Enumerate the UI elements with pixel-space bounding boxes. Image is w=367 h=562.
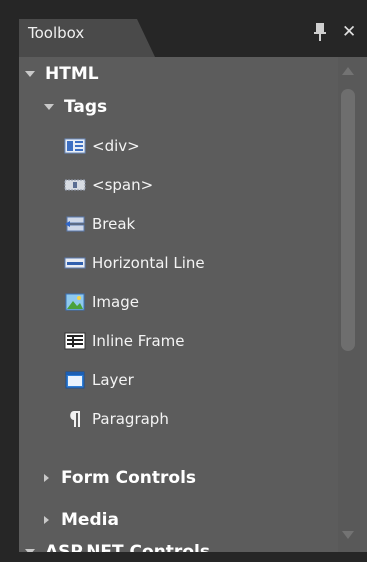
scroll-down-icon[interactable] xyxy=(342,531,354,539)
section-tags[interactable]: Tags xyxy=(44,90,107,124)
item-label: <span> xyxy=(92,176,154,194)
span-icon xyxy=(64,179,86,191)
toolbox-item-horizontal-line[interactable]: Horizontal Line xyxy=(64,246,205,280)
scroll-up-icon[interactable] xyxy=(342,67,354,75)
toolbox-item-layer[interactable]: Layer xyxy=(64,363,134,397)
item-label: Image xyxy=(92,293,139,311)
break-icon xyxy=(65,216,85,232)
chevron-down-icon xyxy=(25,71,35,77)
toolbox-item-break[interactable]: Break xyxy=(64,207,135,241)
pin-icon[interactable] xyxy=(313,22,327,42)
section-label: ASP.NET Controls xyxy=(45,542,210,552)
toolbox-item-paragraph[interactable]: Paragraph xyxy=(64,402,169,436)
horizontal-line-icon xyxy=(64,257,86,269)
toolbox-panel: HTML Tags <div> <span> Break Horizontal … xyxy=(19,57,367,552)
item-label: <div> xyxy=(92,137,140,155)
div-icon xyxy=(64,138,86,154)
paragraph-icon xyxy=(70,411,80,427)
section-label: HTML xyxy=(45,64,99,84)
image-icon xyxy=(65,293,85,311)
chevron-right-icon xyxy=(44,474,49,482)
chevron-down-icon xyxy=(44,104,54,110)
section-form-controls[interactable]: Form Controls xyxy=(44,461,196,495)
chevron-right-icon xyxy=(44,516,49,524)
toolbox-item-div[interactable]: <div> xyxy=(64,129,140,163)
toolbox-window: Toolbox ✕ HTML Tags <div> <span> Break H… xyxy=(0,0,367,562)
layer-icon xyxy=(65,371,85,389)
item-label: Paragraph xyxy=(92,410,169,428)
item-label: Layer xyxy=(92,371,134,389)
section-label: Media xyxy=(61,510,119,530)
section-aspnet-controls[interactable]: ASP.NET Controls xyxy=(25,535,210,552)
toolbox-item-inline-frame[interactable]: Inline Frame xyxy=(64,324,185,358)
item-label: Break xyxy=(92,215,136,233)
close-icon[interactable]: ✕ xyxy=(342,22,356,42)
inline-frame-icon xyxy=(64,332,86,350)
section-media[interactable]: Media xyxy=(44,503,119,537)
section-label: Tags xyxy=(64,97,108,117)
toolbox-item-span[interactable]: <span> xyxy=(64,168,153,202)
section-html[interactable]: HTML xyxy=(25,57,99,91)
section-label: Form Controls xyxy=(61,468,197,488)
chevron-down-icon xyxy=(25,549,35,552)
scrollbar-thumb[interactable] xyxy=(341,89,355,351)
item-label: Horizontal Line xyxy=(92,254,205,272)
item-label: Inline Frame xyxy=(92,332,185,350)
toolbox-title: Toolbox xyxy=(28,24,85,42)
toolbox-item-image[interactable]: Image xyxy=(64,285,139,319)
